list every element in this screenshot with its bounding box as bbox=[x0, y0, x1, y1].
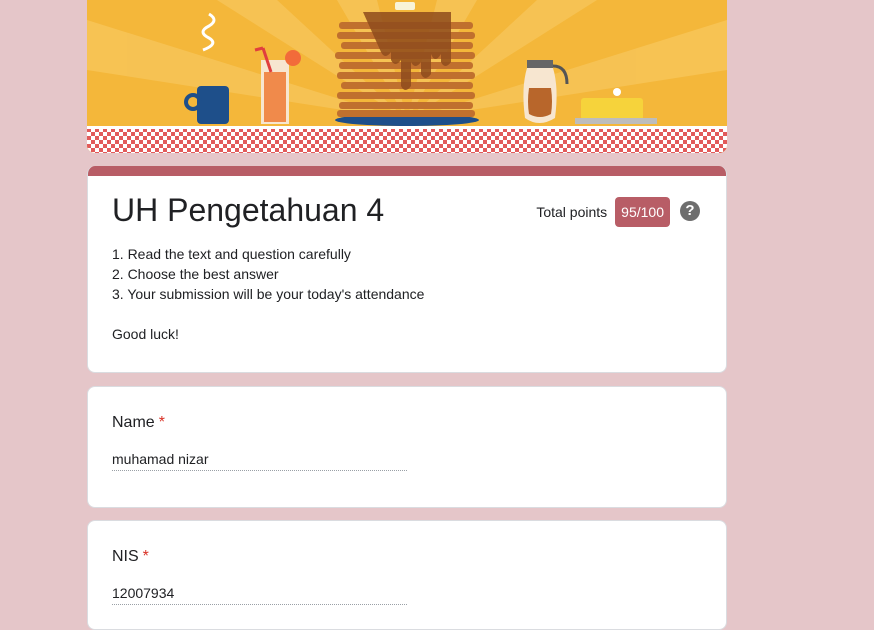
header-banner bbox=[87, 0, 727, 153]
description-line: 2. Choose the best answer bbox=[112, 266, 279, 282]
breakfast-illustration bbox=[87, 0, 727, 153]
description-line bbox=[112, 304, 424, 324]
question-title: NIS bbox=[112, 548, 139, 565]
required-asterisk: * bbox=[142, 548, 149, 565]
description-line: Good luck! bbox=[112, 326, 179, 342]
question-card-name: Name * muhamad nizar bbox=[87, 386, 727, 508]
description-line: 1. Read the text and question carefully bbox=[112, 246, 351, 262]
question-label: NIS * bbox=[112, 548, 149, 566]
form-description: 1. Read the text and question carefully … bbox=[112, 244, 424, 344]
required-asterisk: * bbox=[158, 414, 165, 431]
question-title: Name bbox=[112, 414, 155, 431]
question-label: Name * bbox=[112, 414, 165, 432]
question-card-nis: NIS * 12007934 bbox=[87, 520, 727, 630]
name-answer-field[interactable]: muhamad nizar bbox=[112, 451, 407, 471]
help-icon[interactable]: ? bbox=[680, 201, 700, 221]
total-points: Total points 95/100 bbox=[536, 197, 670, 227]
score-badge: 95/100 bbox=[615, 197, 670, 227]
form-header-card: UH Pengetahuan 4 Total points 95/100 ? 1… bbox=[87, 166, 727, 373]
form-title: UH Pengetahuan 4 bbox=[112, 192, 385, 228]
total-points-label: Total points bbox=[536, 204, 608, 220]
accent-bar bbox=[88, 166, 726, 176]
nis-answer-field[interactable]: 12007934 bbox=[112, 585, 407, 605]
description-line: 3. Your submission will be your today's … bbox=[112, 286, 425, 302]
